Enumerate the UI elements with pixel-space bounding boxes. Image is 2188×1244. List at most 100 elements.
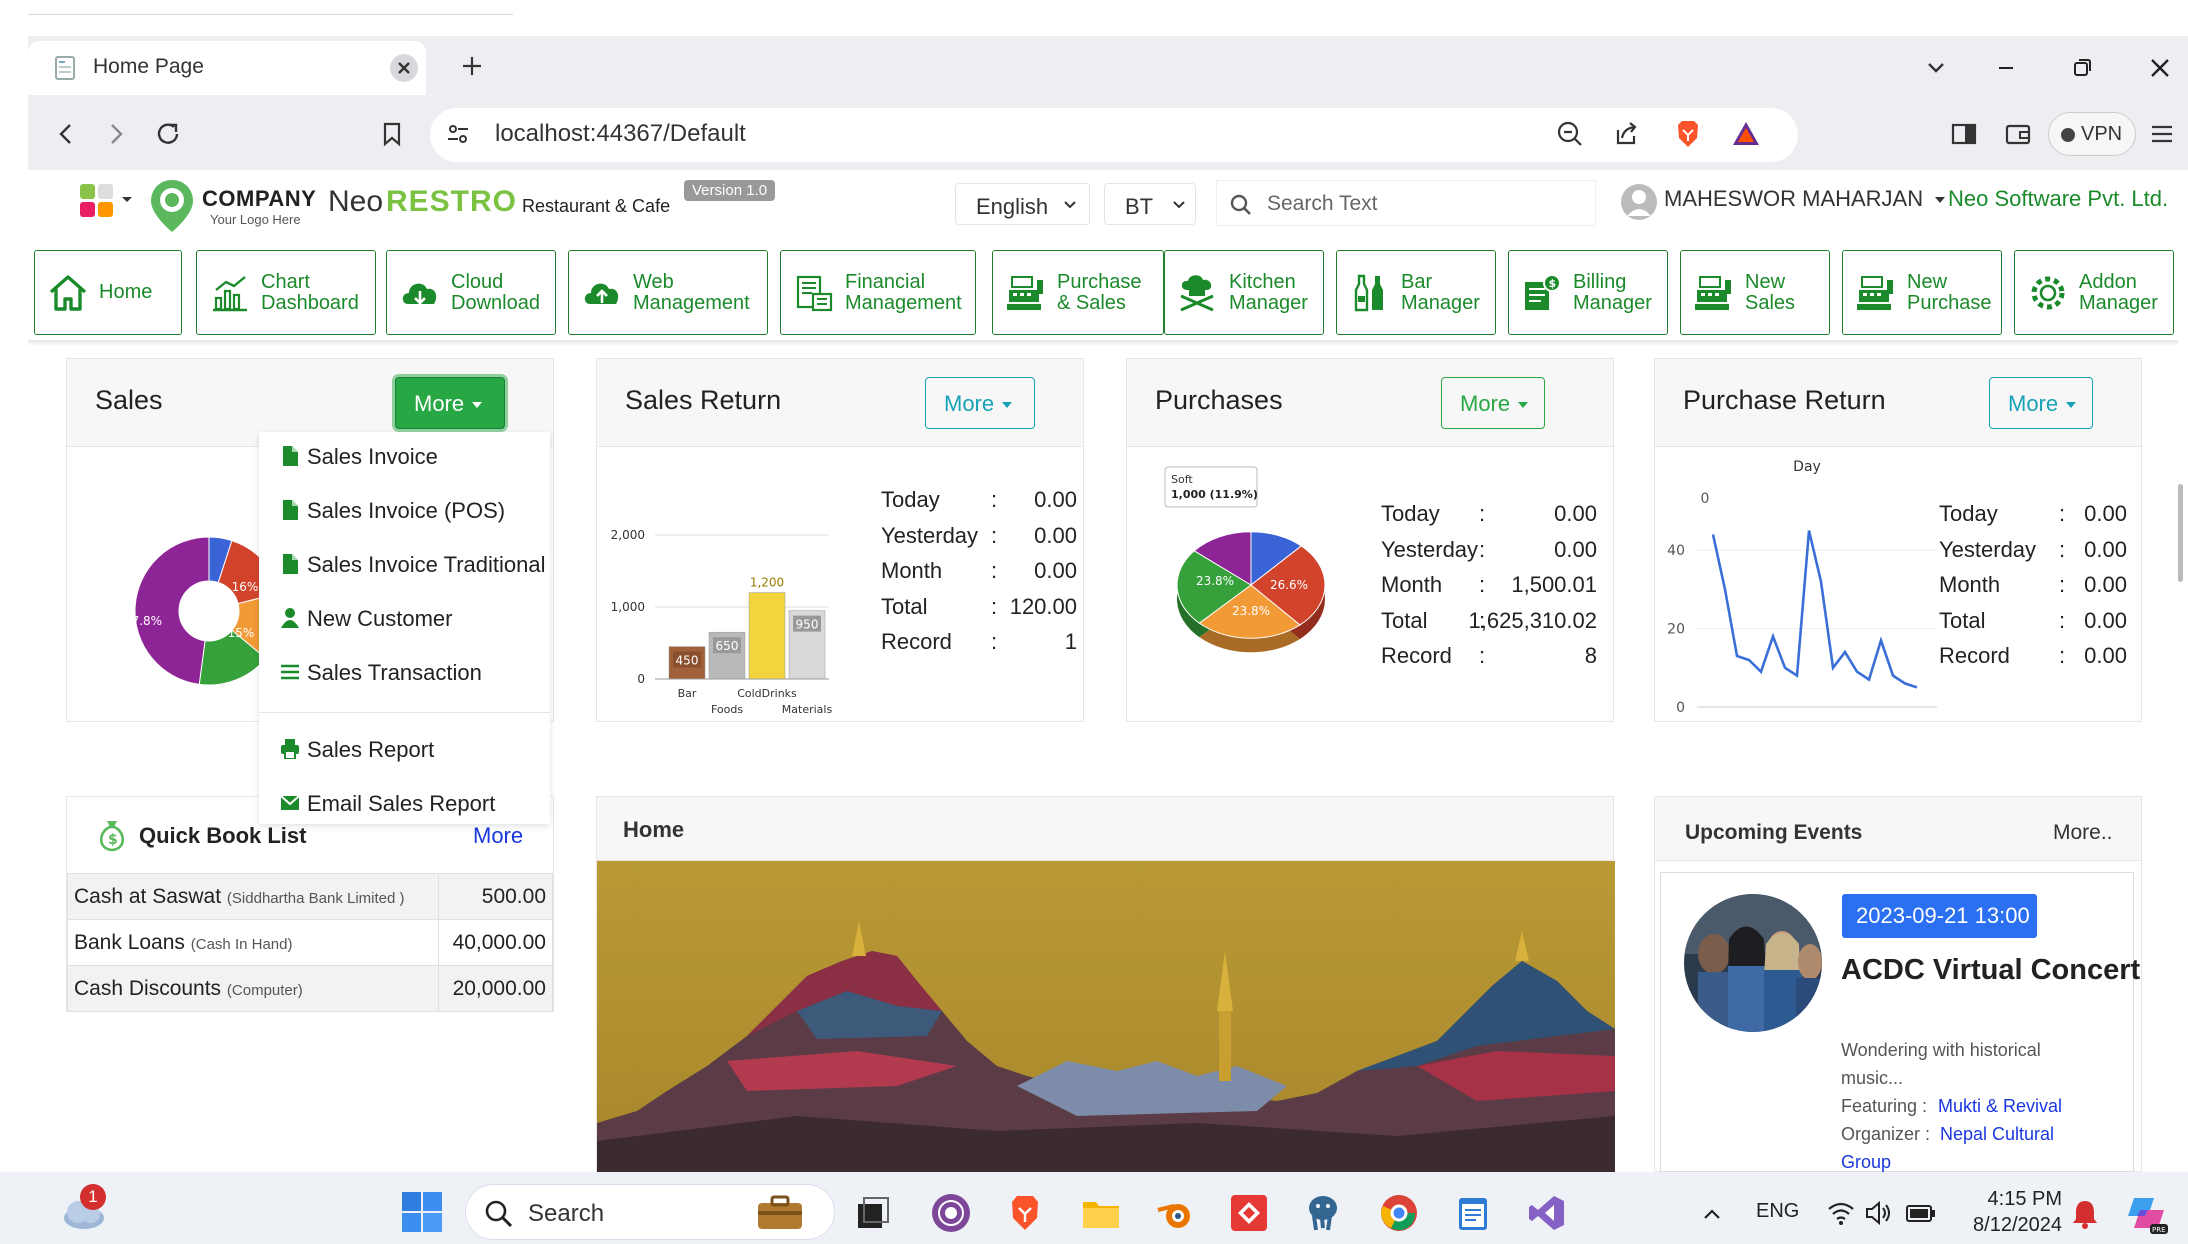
brave-shield-icon[interactable] (1670, 116, 1706, 152)
notification-bell-icon[interactable] (2070, 1198, 2100, 1230)
bt-select[interactable]: BT (1104, 183, 1196, 225)
event-organizer-link-line1[interactable]: Nepal Cultural (1940, 1124, 2054, 1145)
nav-addon-manager-button[interactable]: Addon Manager (2014, 250, 2174, 335)
postgresql-icon[interactable] (1302, 1192, 1344, 1234)
reload-icon[interactable] (150, 116, 186, 152)
x-tick-label: ColdDrinks (737, 687, 797, 700)
brand-subtitle: Restaurant & Cafe (522, 196, 671, 216)
y-tick-label: 2,000 (611, 528, 645, 542)
apps-grid-icon[interactable] (78, 182, 140, 226)
tab-search-chevron-icon[interactable] (1922, 54, 1950, 82)
dropdown-item-email-sales-report[interactable]: Email Sales Report (281, 791, 495, 817)
file-explorer-icon[interactable] (1080, 1192, 1122, 1234)
organization-link[interactable]: Neo Software Pvt. Ltd. (1948, 186, 2168, 212)
vpn-button[interactable]: VPN (2048, 112, 2136, 156)
table-row[interactable]: Bank Loans (Cash In Hand) 40,000.00 (67, 919, 553, 966)
dropdown-item-sales-report[interactable]: Sales Report (281, 737, 434, 763)
nav-bar-manager-button[interactable]: Bar Manager (1336, 250, 1496, 335)
stat-sep: : (1479, 536, 1486, 562)
nav-label: New Purchase (1907, 270, 1992, 314)
nav-chart-dashboard-button[interactable]: Chart Dashboard (196, 250, 376, 335)
visual-studio-icon[interactable] (1526, 1192, 1568, 1234)
menu-hamburger-icon[interactable] (2144, 116, 2180, 152)
stat-value: 0.00 (2084, 501, 2127, 526)
volume-icon[interactable] (1864, 1200, 1894, 1226)
table-row[interactable]: Cash at Saswat (Siddhartha Bank Limited … (67, 873, 553, 920)
windows-start-icon[interactable] (400, 1190, 444, 1234)
table-row[interactable]: Cash Discounts (Computer) 20,000.00 (67, 965, 553, 1012)
zoom-out-icon[interactable] (1552, 116, 1588, 152)
input-language[interactable]: ENG (1756, 1200, 1799, 1223)
dropdown-item-sales-invoice[interactable]: Sales Invoice (281, 444, 438, 470)
x-tick-label: Foods (711, 703, 743, 716)
nav-kitchen-manager-button[interactable]: Kitchen Manager (1164, 250, 1324, 335)
stat-label: Month (1939, 572, 2001, 597)
nav-label: Home (99, 281, 153, 303)
site-settings-icon[interactable] (440, 116, 476, 152)
dropdown-item-new-customer[interactable]: New Customer (281, 606, 452, 632)
dropdown-item-sales-invoice-pos[interactable]: Sales Invoice (POS) (281, 498, 505, 524)
blender-icon[interactable] (1154, 1192, 1196, 1234)
close-window-icon[interactable] (2146, 54, 2174, 82)
close-tab-icon[interactable] (390, 54, 418, 82)
nav-new-sales-button[interactable]: New Sales (1680, 250, 1830, 335)
minimize-icon[interactable] (1992, 54, 2020, 82)
notepad-icon[interactable] (1452, 1192, 1494, 1234)
sales-return-more-button[interactable]: More (925, 377, 1035, 429)
logo-tagline: Your Logo Here (210, 212, 301, 227)
nav-billing-manager-button[interactable]: $ Billing Manager (1508, 250, 1668, 335)
sales-more-button[interactable]: More (395, 377, 505, 429)
nav-financial-management-button[interactable]: Financial Management (780, 250, 976, 335)
nav-home-button[interactable]: Home (34, 250, 182, 335)
copilot-icon[interactable]: PRE (2124, 1190, 2170, 1236)
bookmark-icon[interactable] (374, 116, 410, 152)
restore-icon[interactable] (2068, 54, 2096, 82)
browser-tab[interactable]: Home Page (28, 41, 426, 95)
system-clock[interactable]: 4:15 PM 8/12/2024 (1956, 1186, 2062, 1238)
search-input[interactable]: Search Text (1216, 180, 1596, 226)
nav-purchase-sales-button[interactable]: Purchase & Sales (992, 250, 1164, 335)
events-more-link[interactable]: More.. (2053, 821, 2113, 845)
wifi-icon[interactable] (1826, 1200, 1856, 1226)
dropdown-item-sales-invoice-traditional[interactable]: Sales Invoice Traditional (281, 552, 545, 578)
chef-icon (1180, 274, 1214, 311)
stat-value: 0.00 (1034, 558, 1077, 583)
anydesk-icon[interactable] (1228, 1192, 1270, 1234)
vpn-status-icon (2061, 128, 2075, 142)
cloud-download-icon (402, 283, 437, 305)
task-view-icon[interactable] (852, 1192, 894, 1234)
stat-sep: : (1479, 501, 1486, 526)
event-organizer-link-line2[interactable]: Group (1841, 1152, 1891, 1173)
dropdown-item-sales-transaction[interactable]: Sales Transaction (281, 660, 482, 686)
taskbar-search[interactable]: Search (465, 1184, 835, 1240)
dropdown-item-label: Sales Transaction (307, 660, 482, 685)
share-icon[interactable] (1608, 116, 1644, 152)
purchases-more-button[interactable]: More (1441, 377, 1545, 429)
wallet-icon[interactable] (2000, 116, 2036, 152)
event-title[interactable]: ACDC Virtual Concert (1841, 950, 2141, 991)
page-scrollbar[interactable] (2178, 484, 2183, 582)
nav-cloud-download-button[interactable]: Cloud Download (386, 250, 556, 335)
user-menu[interactable]: MAHESWOR MAHARJAN (1664, 186, 1946, 212)
brave-browser-icon[interactable] (1004, 1192, 1046, 1234)
purchase-return-more-button[interactable]: More (1989, 377, 2093, 429)
nav-web-management-button[interactable]: Web Management (568, 250, 768, 335)
event-featuring-link[interactable]: Mukti & Revival (1938, 1096, 2062, 1117)
back-icon[interactable] (48, 116, 84, 152)
url-text[interactable]: localhost:44367/Default (495, 120, 746, 148)
nav-new-purchase-button[interactable]: New Purchase (1842, 250, 2002, 335)
chevron-up-icon[interactable] (1700, 1202, 1724, 1226)
new-tab-icon[interactable] (452, 46, 492, 86)
language-select[interactable]: English (955, 183, 1090, 225)
tor-browser-icon[interactable] (930, 1192, 972, 1234)
sidebar-toggle-icon[interactable] (1946, 116, 1982, 152)
account-amount: 40,000.00 (438, 919, 553, 966)
quick-book-more-link[interactable]: More (473, 823, 523, 849)
brave-rewards-icon[interactable] (1728, 116, 1764, 152)
user-avatar-icon[interactable] (1620, 182, 1658, 222)
chrome-icon[interactable] (1378, 1192, 1420, 1234)
battery-icon[interactable] (1904, 1200, 1938, 1226)
stat-sep: : (1479, 572, 1486, 597)
envelope-icon (281, 795, 299, 810)
forward-icon[interactable] (98, 116, 134, 152)
